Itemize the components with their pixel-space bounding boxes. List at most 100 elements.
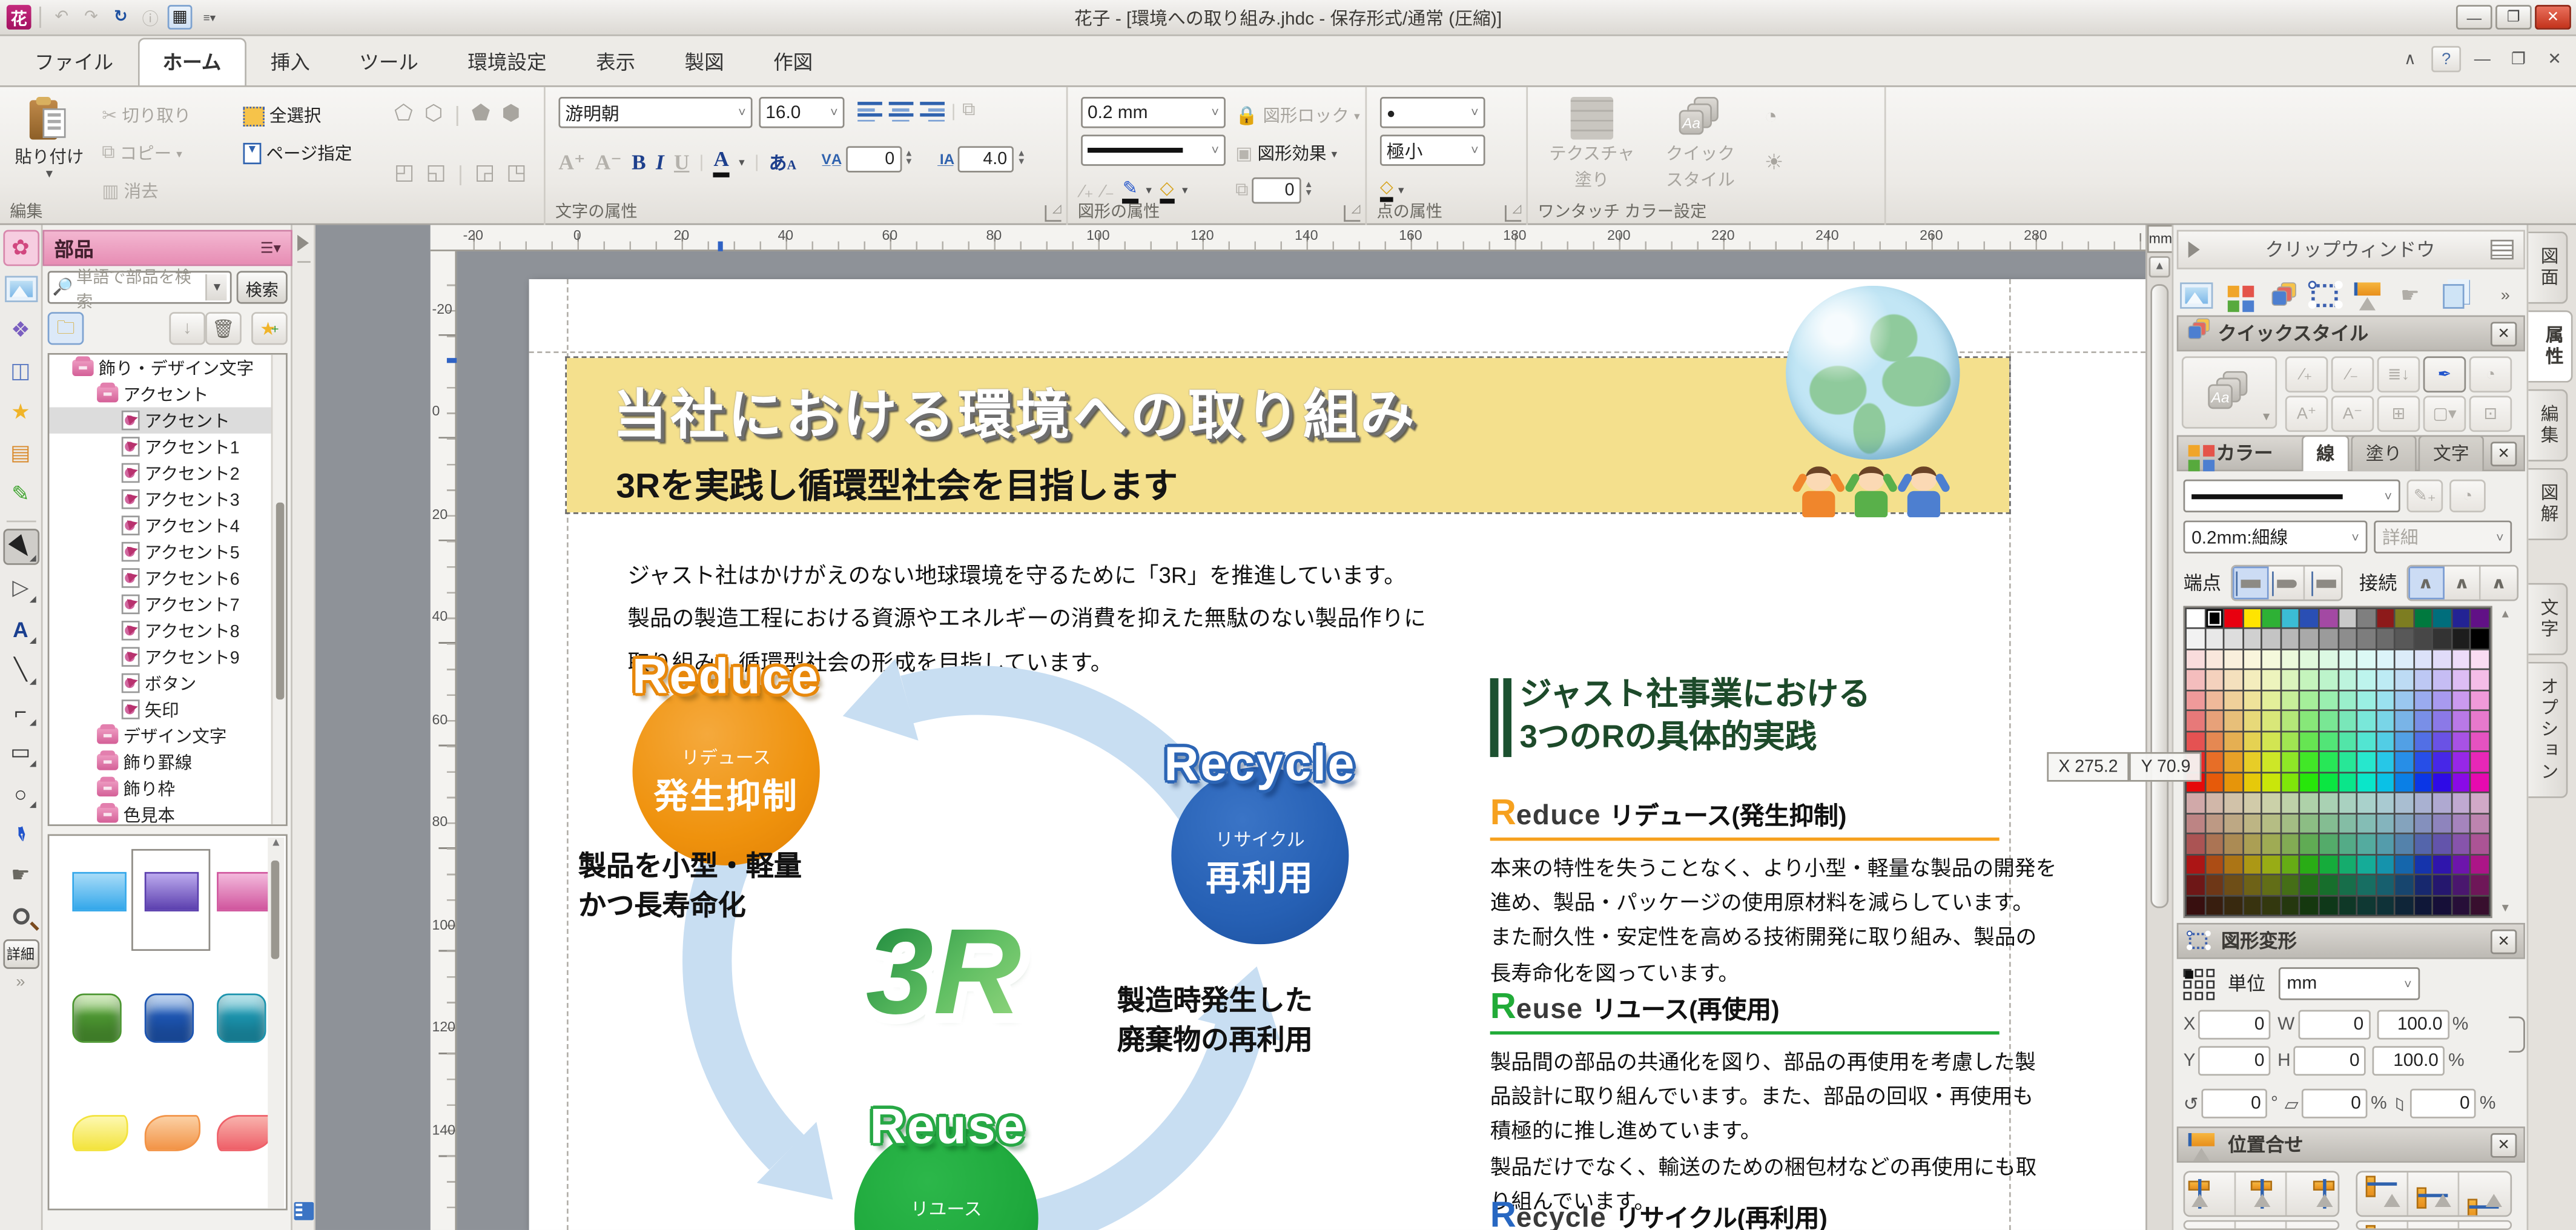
palette-color[interactable] <box>2472 712 2489 730</box>
parts-panel-header[interactable]: 部品☰▾ <box>43 230 292 266</box>
palette-color[interactable] <box>2414 712 2432 730</box>
palette-color[interactable] <box>2434 753 2451 772</box>
palette-color[interactable] <box>2225 793 2242 812</box>
palette-color[interactable] <box>2300 670 2318 689</box>
palette-color[interactable] <box>2205 896 2223 914</box>
palette-color[interactable] <box>2339 814 2356 833</box>
select-arrow-tool[interactable] <box>2 529 39 565</box>
cap-square-button[interactable] <box>2305 567 2341 600</box>
palette-color[interactable] <box>2320 630 2337 649</box>
align-button[interactable] <box>2236 1172 2287 1215</box>
palette-color[interactable] <box>2452 753 2470 772</box>
clip-overflow-icon[interactable]: » <box>2489 279 2522 312</box>
line-detail-combo[interactable]: 詳細˅ <box>2374 521 2512 554</box>
page-select-button[interactable]: ▼ページ指定 <box>243 141 352 166</box>
polyline-tool[interactable]: ⌐ <box>2 693 39 729</box>
help-icon[interactable]: ? <box>2431 46 2461 72</box>
palette-color[interactable] <box>2300 691 2318 710</box>
palette-color[interactable] <box>2377 793 2394 812</box>
palette-color[interactable] <box>2300 855 2318 874</box>
marker-pen-icon[interactable]: ✎ <box>2 476 39 512</box>
palette-color[interactable] <box>2472 814 2489 833</box>
palette-color[interactable] <box>2434 670 2451 689</box>
part-swatch-4[interactable] <box>72 994 121 1043</box>
palette-color[interactable] <box>2225 630 2242 649</box>
tree-item-アクセント[interactable]: アクセント <box>49 381 286 407</box>
canvas-vscrollbar[interactable]: mm ▲ <box>2145 225 2171 1229</box>
palette-color[interactable] <box>2377 650 2394 669</box>
palette-color[interactable] <box>2377 835 2394 853</box>
doc-restore-icon[interactable]: ❐ <box>2504 46 2534 72</box>
palette-color[interactable] <box>2339 753 2356 772</box>
tree-item-飾り罫線[interactable]: 飾り罫線 <box>49 749 286 775</box>
menu-tab-6[interactable]: 表示 <box>571 38 660 85</box>
palette-color[interactable] <box>2187 670 2204 689</box>
palette-color[interactable] <box>2262 712 2280 730</box>
palette-color[interactable] <box>2205 793 2223 812</box>
bold-button[interactable]: B <box>632 148 646 174</box>
palette-color[interactable] <box>2377 896 2394 914</box>
h-pct-field[interactable]: 100.0 <box>2373 1046 2445 1076</box>
style-gallery-button[interactable]: Aa▼ <box>2182 356 2277 428</box>
palette-color[interactable] <box>2396 670 2413 689</box>
char-spacing-spinner[interactable]: V̲A̲0▲▼ <box>822 146 914 172</box>
palette-color[interactable] <box>2434 691 2451 710</box>
side-tab-図面[interactable]: 図面 <box>2528 231 2568 303</box>
palette-color[interactable] <box>2282 712 2299 730</box>
palette-color[interactable] <box>2472 691 2489 710</box>
palette-color[interactable] <box>2414 630 2432 649</box>
tree-item-色見本[interactable]: 色見本 <box>49 801 286 826</box>
menu-tab-3[interactable]: 挿入 <box>246 38 335 85</box>
palette-color[interactable] <box>2414 609 2432 628</box>
palette-color[interactable] <box>2472 630 2489 649</box>
color-tab-線[interactable]: 線 <box>2302 434 2350 471</box>
color-palette-grid[interactable] <box>2184 606 2492 918</box>
palette-color[interactable] <box>2472 896 2489 914</box>
point-style-combo[interactable]: ●˅ <box>1380 97 1485 128</box>
shape-transform-icon[interactable] <box>2308 279 2341 312</box>
palette-color[interactable] <box>2244 732 2261 751</box>
palette-color[interactable] <box>2357 630 2375 649</box>
palette-color[interactable] <box>2414 753 2432 772</box>
font-up-button[interactable]: A⁺ <box>2285 395 2328 432</box>
palette-color[interactable] <box>2262 875 2280 894</box>
palette-color[interactable] <box>2396 712 2413 730</box>
palette-color[interactable] <box>2377 875 2394 894</box>
node-edit-tool[interactable]: ▷ <box>2 570 39 606</box>
palette-color[interactable] <box>2377 691 2394 710</box>
palette-color[interactable] <box>2244 855 2261 874</box>
align-button[interactable] <box>2357 1222 2408 1230</box>
palette-color[interactable] <box>2339 691 2356 710</box>
palette-color[interactable] <box>2320 875 2337 894</box>
line-style-combo[interactable]: ˅ <box>1081 134 1226 166</box>
palette-color[interactable] <box>2434 896 2451 914</box>
doc-close-icon[interactable]: ✕ <box>2540 46 2569 72</box>
align-button[interactable] <box>2459 1172 2510 1215</box>
palette-color[interactable] <box>2187 691 2204 710</box>
style-eyedropper-button[interactable]: ✒ <box>2423 356 2466 392</box>
palette-color[interactable] <box>2205 835 2223 853</box>
palette-color[interactable] <box>2205 670 2223 689</box>
parts-search-input[interactable]: 🔎単語で部品を検索▼ <box>48 271 232 303</box>
palette-color[interactable] <box>2377 712 2394 730</box>
palette-color[interactable] <box>2282 814 2299 833</box>
palette-color[interactable] <box>2452 670 2470 689</box>
palette-color[interactable] <box>2320 670 2337 689</box>
palette-color[interactable] <box>2414 855 2432 874</box>
align-button[interactable] <box>2236 1222 2287 1230</box>
italic-button[interactable]: I <box>656 148 664 174</box>
palette-color[interactable] <box>2377 814 2394 833</box>
w-pct-field[interactable]: 100.0 <box>2377 1010 2449 1040</box>
palette-color[interactable] <box>2452 650 2470 669</box>
palette-color[interactable] <box>2225 753 2242 772</box>
palette-color[interactable] <box>2205 732 2223 751</box>
parts-flower-icon[interactable]: ✿ <box>2 230 39 266</box>
palette-color[interactable] <box>2414 732 2432 751</box>
ruby-button[interactable]: あA <box>769 148 797 174</box>
palette-color[interactable] <box>2452 835 2470 853</box>
palette-color[interactable] <box>2300 609 2318 628</box>
palette-color[interactable] <box>2300 712 2318 730</box>
palette-color[interactable] <box>2414 650 2432 669</box>
palette-color[interactable] <box>2452 773 2470 792</box>
palette-color[interactable] <box>2320 732 2337 751</box>
